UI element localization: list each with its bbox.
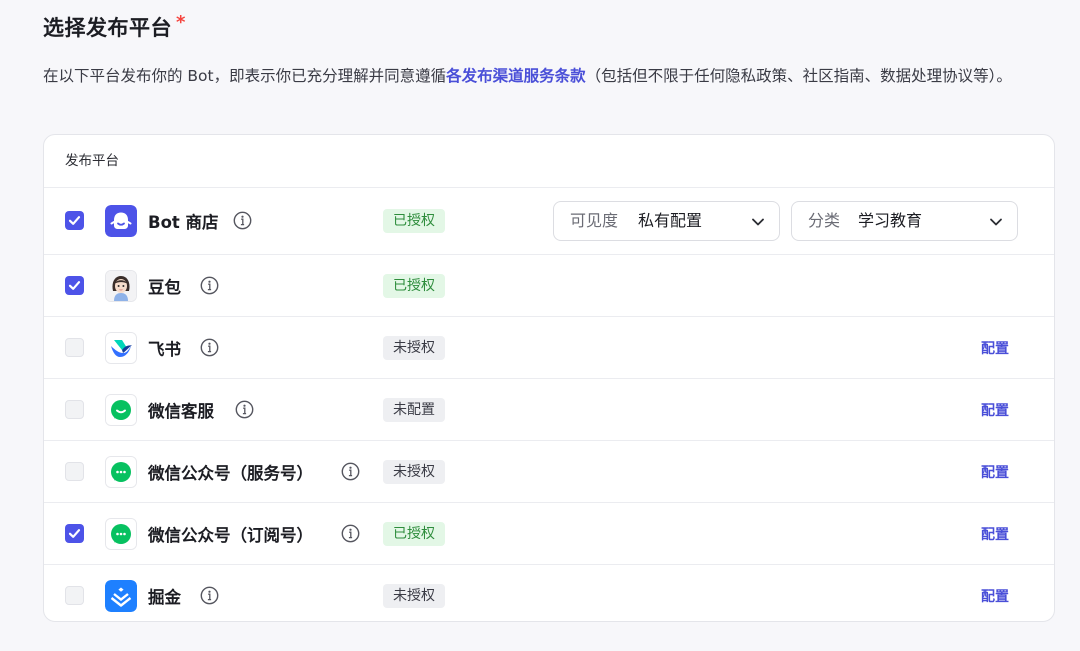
platform-row-doubao: 豆包 已授权 — [44, 255, 1054, 317]
terms-link[interactable]: 各发布渠道服务条款 — [446, 67, 586, 85]
info-icon[interactable] — [200, 586, 219, 605]
chevron-down-icon — [990, 218, 1002, 226]
info-icon[interactable] — [200, 338, 219, 357]
platform-name: 微信公众号（服务号） — [148, 463, 313, 483]
config-button[interactable]: 配置 — [981, 524, 1009, 544]
chevron-down-icon — [752, 218, 764, 226]
info-icon[interactable] — [200, 276, 219, 295]
platform-name: 豆包 — [148, 277, 181, 297]
doubao-avatar-icon — [105, 269, 137, 302]
panel-header: 发布平台 — [44, 135, 1054, 188]
info-icon[interactable] — [341, 524, 360, 543]
config-button[interactable]: 配置 — [981, 338, 1009, 358]
juejin-icon — [105, 579, 137, 612]
config-button[interactable]: 配置 — [981, 462, 1009, 482]
info-icon[interactable] — [233, 211, 252, 230]
platform-name: 飞书 — [148, 339, 181, 359]
desc-after: （包括但不限于任何隐私政策、社区指南、数据处理协议等）。 — [585, 67, 1012, 85]
visibility-label: 可见度 — [570, 211, 619, 230]
info-icon[interactable] — [235, 400, 254, 419]
status-badge: 未授权 — [383, 583, 445, 608]
config-button[interactable]: 配置 — [981, 586, 1009, 606]
platform-name: Bot 商店 — [148, 213, 219, 232]
platform-row-wechat-official-subscription: 微信公众号（订阅号） 已授权 配置 — [44, 503, 1054, 565]
status-badge: 未授权 — [383, 335, 445, 360]
checkbox-wechat-official-service[interactable] — [65, 461, 84, 481]
section-title-text: 选择发布平台 — [43, 16, 172, 40]
platform-row-feishu: 飞书 未授权 配置 — [44, 317, 1054, 379]
wechat-service-icon — [105, 393, 137, 426]
terms-description: 在以下平台发布你的 Bot，即表示你已充分理解并同意遵循各发布渠道服务条款（包括… — [43, 62, 1058, 90]
section-title: 选择发布平台 * — [43, 12, 186, 42]
checkbox-bot-store[interactable] — [65, 211, 84, 230]
status-badge: 已授权 — [383, 521, 445, 546]
required-mark: * — [176, 12, 186, 33]
platform-row-wechat-official-service: 微信公众号（服务号） 未授权 配置 — [44, 441, 1054, 503]
status-badge: 已授权 — [383, 209, 445, 233]
desc-before: 在以下平台发布你的 Bot，即表示你已充分理解并同意遵循 — [43, 67, 447, 85]
wechat-icon — [105, 455, 137, 488]
platform-panel: 发布平台 Bot 商店 已授权 可见度 私有配置 分类 学习教育 豆包 已授权 … — [43, 134, 1055, 622]
status-badge: 未配置 — [383, 397, 445, 422]
bot-store-icon — [105, 205, 137, 237]
visibility-value: 私有配置 — [638, 211, 703, 230]
category-value: 学习教育 — [858, 211, 923, 230]
platform-name: 掘金 — [148, 587, 181, 607]
category-select[interactable]: 分类 学习教育 — [791, 201, 1018, 241]
info-icon[interactable] — [341, 462, 360, 481]
platform-name: 微信客服 — [148, 401, 214, 421]
status-badge: 已授权 — [383, 273, 445, 298]
checkbox-juejin[interactable] — [65, 585, 84, 605]
visibility-select[interactable]: 可见度 私有配置 — [553, 201, 780, 241]
checkbox-doubao[interactable] — [65, 275, 84, 295]
platform-row-juejin: 掘金 未授权 配置 — [44, 565, 1054, 621]
wechat-icon — [105, 517, 137, 550]
platform-row-bot-store: Bot 商店 已授权 可见度 私有配置 分类 学习教育 — [44, 188, 1054, 255]
platform-name: 微信公众号（订阅号） — [148, 525, 313, 545]
checkbox-feishu[interactable] — [65, 337, 84, 357]
checkbox-wechat-official-subscription[interactable] — [65, 523, 84, 543]
checkbox-wechat-service[interactable] — [65, 399, 84, 419]
config-button[interactable]: 配置 — [981, 400, 1009, 420]
category-label: 分类 — [808, 211, 841, 230]
platform-row-wechat-service: 微信客服 未配置 配置 — [44, 379, 1054, 441]
status-badge: 未授权 — [383, 459, 445, 484]
feishu-icon — [105, 331, 137, 364]
